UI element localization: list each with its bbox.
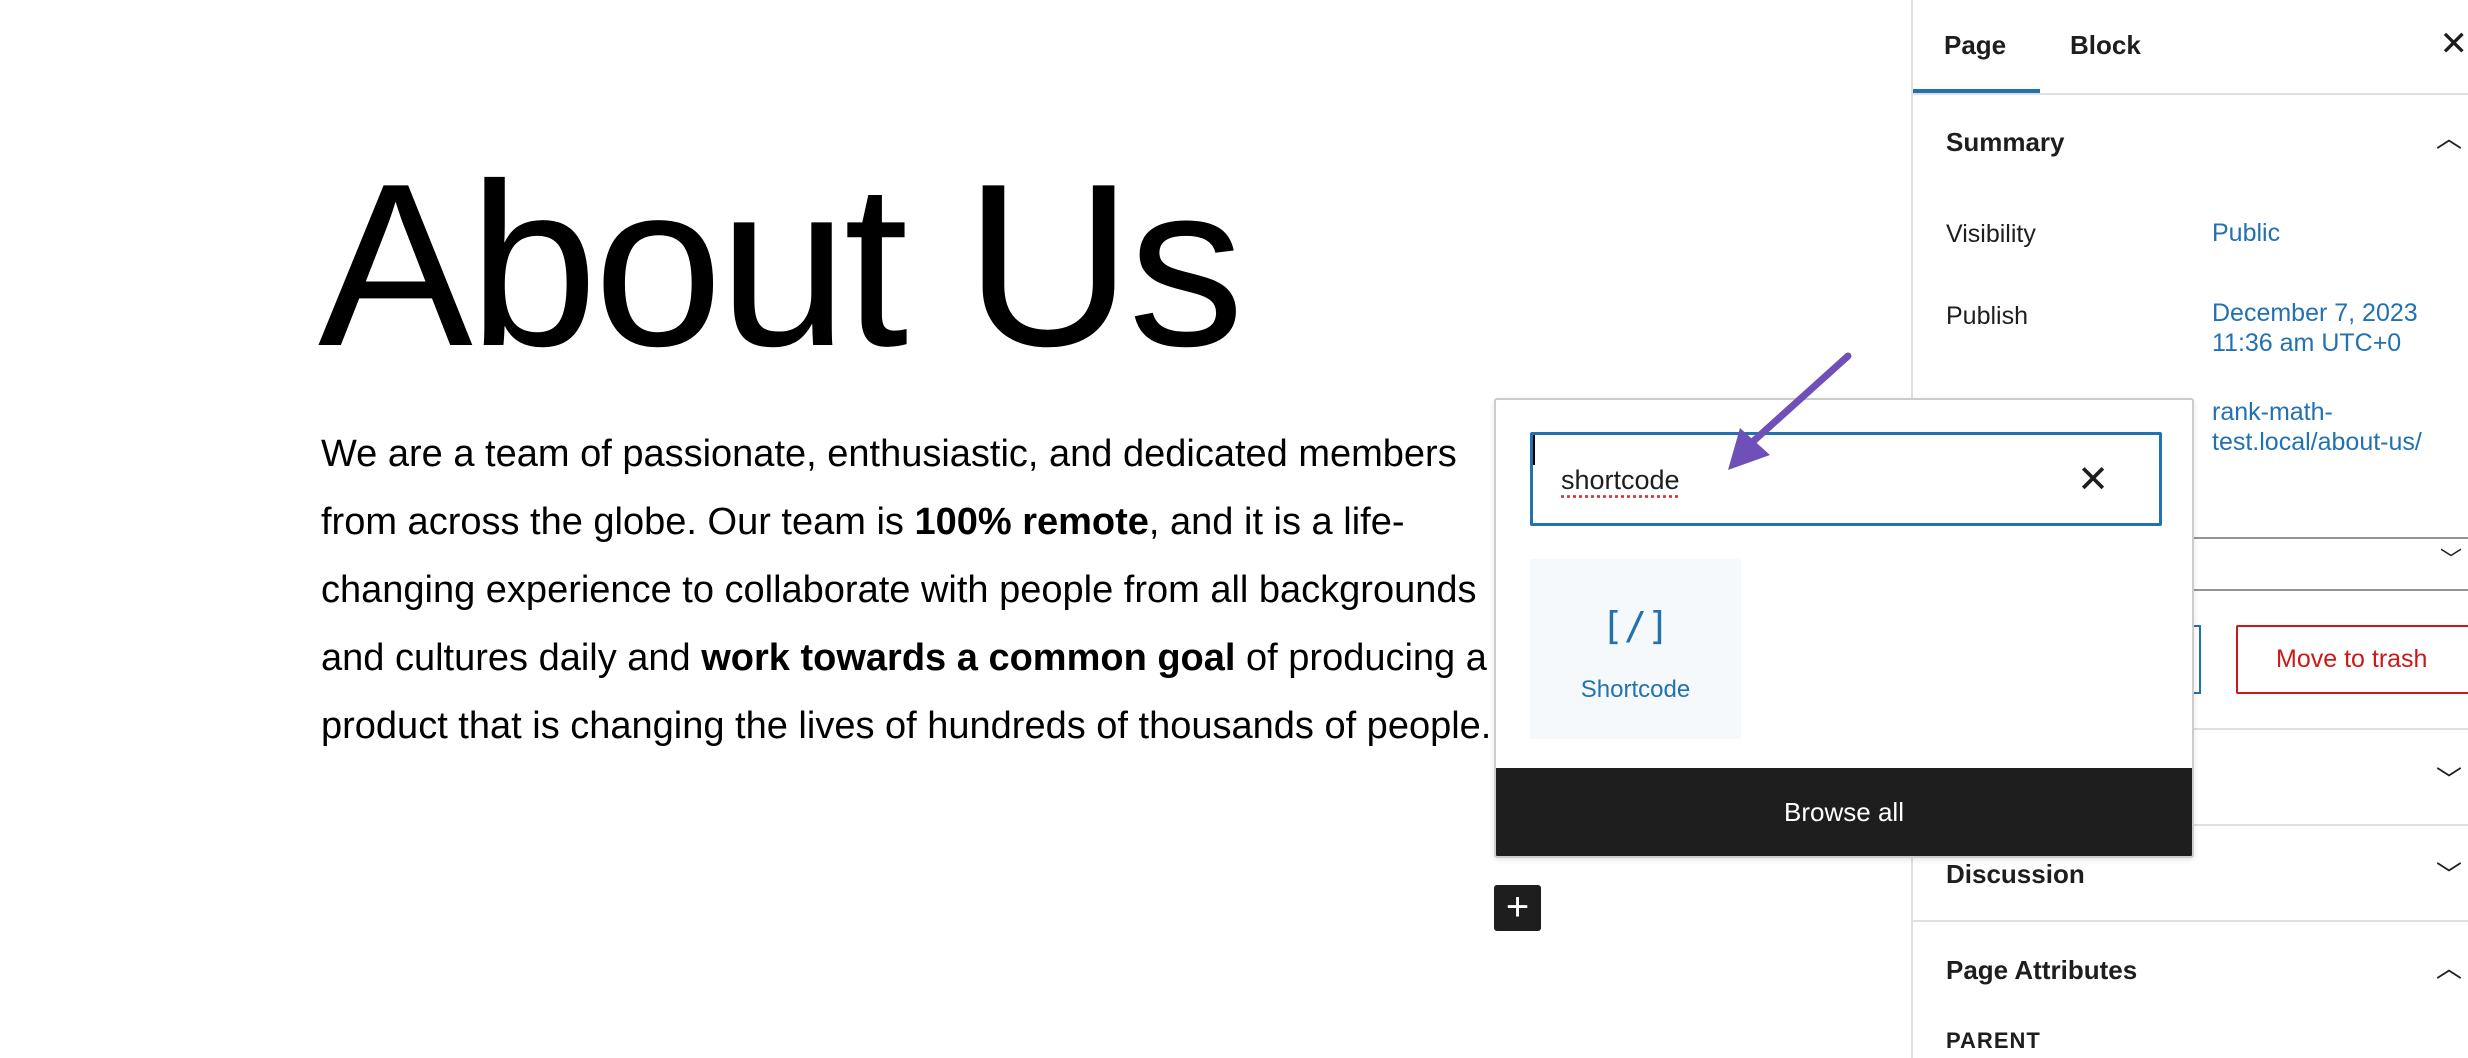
annotation-arrow xyxy=(1728,352,1852,470)
arrow-shaft xyxy=(1744,352,1852,450)
